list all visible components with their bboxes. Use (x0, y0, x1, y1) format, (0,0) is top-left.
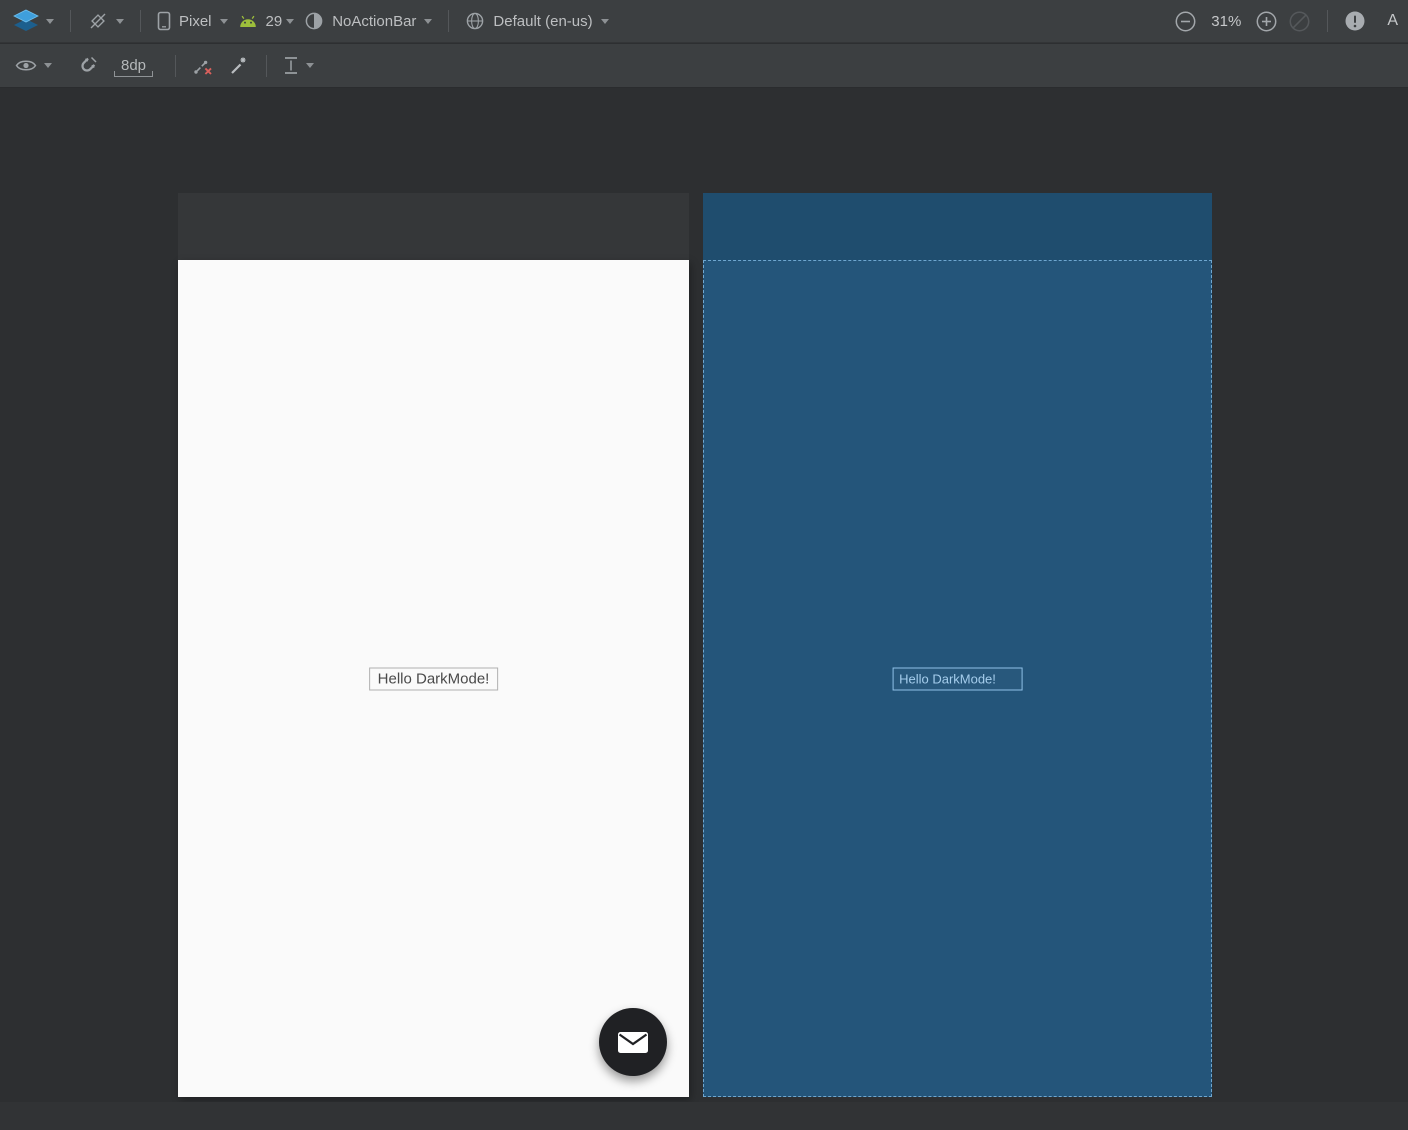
zoom-to-fit-button[interactable] (1283, 6, 1316, 37)
zoom-out-icon (1174, 10, 1197, 33)
status-bar-render (178, 193, 689, 260)
layout-editor-toolbar: Pixel 29 No (0, 0, 1408, 43)
android-icon (238, 14, 258, 28)
blueprint-status-band (703, 193, 1212, 260)
orientation-selector[interactable] (82, 6, 129, 36)
layout-editor: Pixel 29 No (0, 0, 1408, 1130)
pack-selector[interactable] (278, 52, 319, 79)
chevron-down-icon (44, 63, 52, 68)
envelope-icon (618, 1032, 648, 1053)
zoom-in-button[interactable] (1250, 6, 1283, 37)
distribute-vertical-icon (283, 56, 299, 75)
horizontal-scrollbar-track[interactable] (0, 1102, 1408, 1130)
zoom-in-icon (1255, 10, 1278, 33)
design-surface[interactable]: Hello DarkMode! Hello DarkMode! (0, 89, 1408, 1130)
orientation-icon (87, 10, 109, 32)
zoom-to-fit-icon (1288, 10, 1311, 33)
chevron-down-icon (46, 19, 54, 24)
locale-selector-label: Default (en-us) (493, 13, 592, 30)
render-warnings-button[interactable] (1339, 6, 1371, 36)
magic-wand-icon (229, 55, 250, 76)
design-root-layout[interactable]: Hello DarkMode! (178, 260, 689, 1097)
fab-widget[interactable] (599, 1008, 667, 1076)
blueprint-preview[interactable]: Hello DarkMode! (703, 193, 1212, 1097)
autoconnect-toggle[interactable] (71, 51, 103, 81)
theme-selector[interactable]: NoActionBar (299, 7, 437, 35)
constraint-toolbar: 8dp (0, 44, 1408, 88)
textview-widget[interactable]: Hello DarkMode! (369, 667, 499, 690)
api-version-label: 29 (266, 13, 283, 30)
clear-constraints-icon (192, 55, 213, 76)
layers-icon (13, 9, 39, 33)
chevron-down-icon (116, 19, 124, 24)
locale-selector[interactable]: Default (en-us) (460, 7, 613, 35)
chevron-down-icon (424, 19, 432, 24)
magnet-off-icon (76, 55, 98, 77)
divider (1327, 10, 1328, 32)
divider (140, 10, 141, 32)
clear-constraints-button[interactable] (187, 51, 218, 80)
eye-icon (15, 58, 37, 73)
chevron-down-icon (220, 19, 228, 24)
chevron-down-icon (286, 19, 294, 24)
partial-panel-label: A (1387, 12, 1398, 30)
theme-icon (304, 11, 324, 31)
design-surface-selector[interactable] (8, 5, 59, 37)
view-options-button[interactable] (10, 54, 57, 77)
blueprint-textview-widget[interactable]: Hello DarkMode! (892, 667, 1023, 690)
design-preview[interactable]: Hello DarkMode! (178, 193, 689, 1097)
blueprint-root-layout[interactable]: Hello DarkMode! (703, 260, 1212, 1097)
device-selector[interactable]: Pixel (152, 7, 233, 35)
warning-icon (1344, 10, 1366, 32)
divider (266, 55, 267, 77)
chevron-down-icon (601, 19, 609, 24)
zoom-out-button[interactable] (1169, 6, 1202, 37)
theme-selector-label: NoActionBar (332, 13, 416, 30)
phone-icon (157, 11, 171, 31)
divider (70, 10, 71, 32)
device-selector-label: Pixel (179, 13, 212, 30)
infer-constraints-button[interactable] (224, 51, 255, 80)
zoom-level: 31% (1211, 13, 1241, 30)
api-version-selector[interactable]: 29 (233, 9, 300, 34)
divider (175, 55, 176, 77)
default-margins-value: 8dp (114, 55, 153, 77)
chevron-down-icon (306, 63, 314, 68)
globe-icon (465, 11, 485, 31)
divider (448, 10, 449, 32)
default-margins-selector[interactable]: 8dp (109, 51, 158, 81)
